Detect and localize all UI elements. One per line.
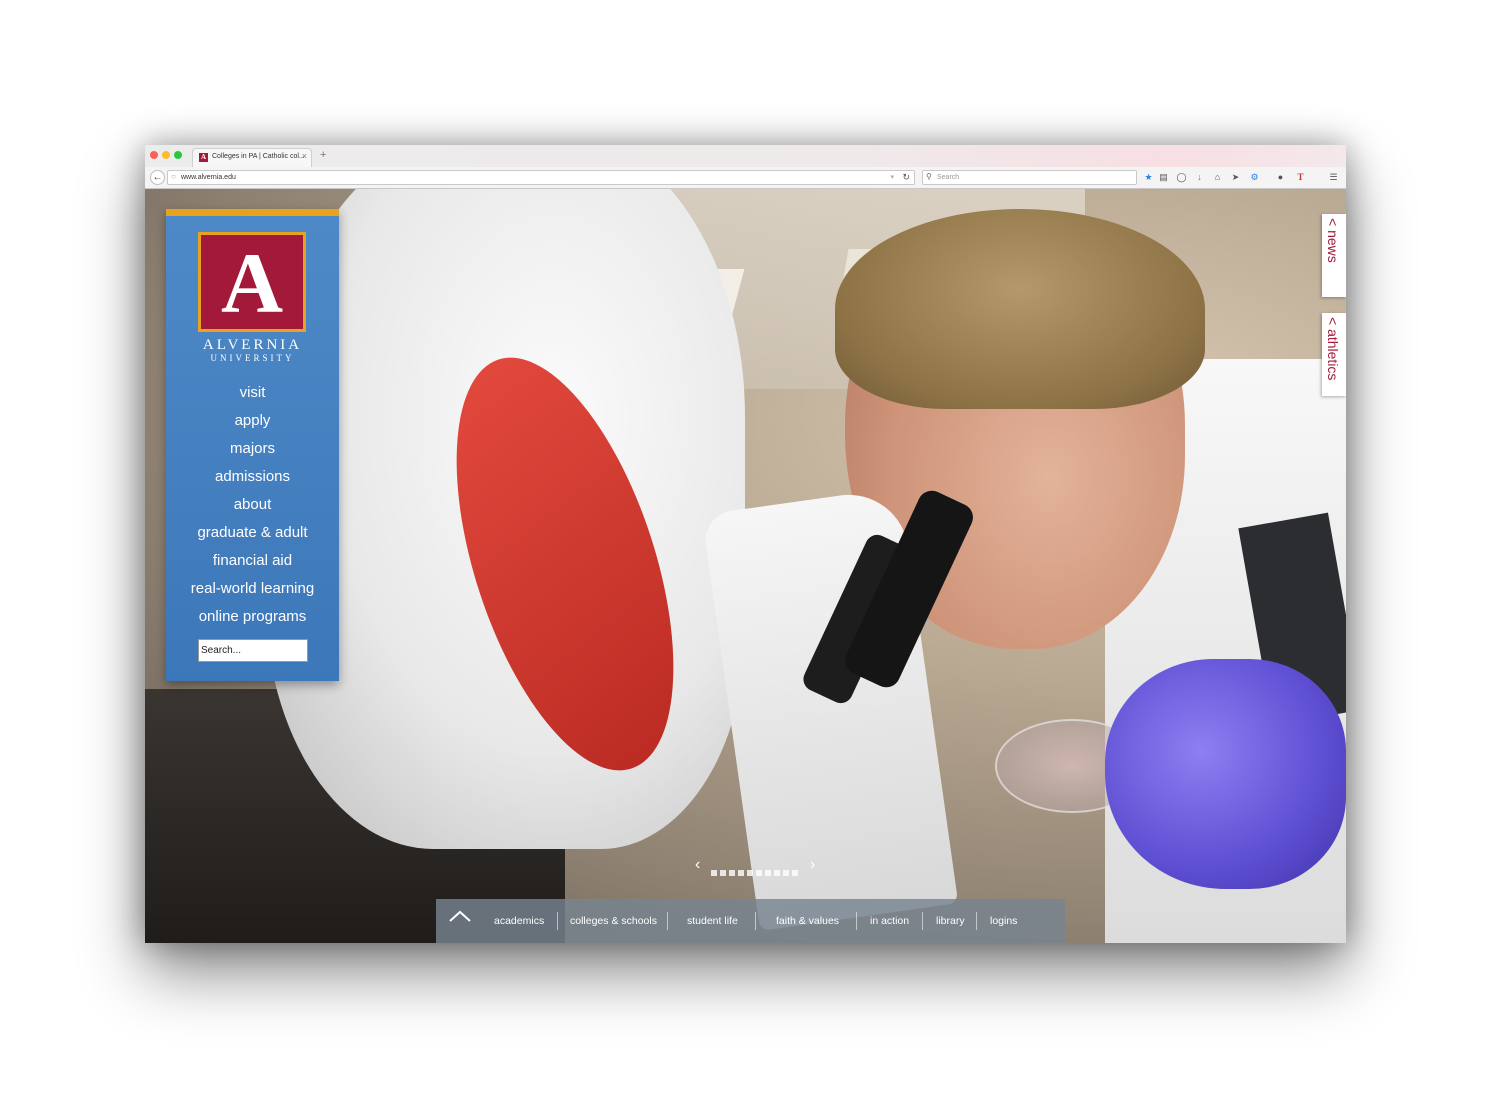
nav-item-majors[interactable]: majors — [166, 435, 339, 463]
slider-dot[interactable] — [783, 870, 789, 876]
favicon-icon: A — [199, 153, 208, 162]
nav-item-online-programs[interactable]: online programs — [166, 603, 339, 631]
home-icon[interactable]: ⌂ — [1212, 172, 1223, 183]
main-nav-list: visit apply majors admissions about grad… — [166, 379, 339, 631]
tab-title: Colleges in PA | Catholic col... — [212, 153, 305, 160]
clipboard-icon[interactable]: ▤ — [1158, 172, 1169, 183]
web-page: A ALVERNIA UNIVERSITY visit apply majors… — [145, 189, 1346, 943]
slider-dot[interactable] — [792, 870, 798, 876]
news-tab-label: < news — [1325, 218, 1341, 263]
search-icon: ⚲ — [926, 172, 932, 181]
expand-up-icon[interactable] — [448, 909, 472, 929]
slider-controls: ‹ › — [695, 856, 825, 876]
bottom-link-academics[interactable]: academics — [494, 899, 544, 943]
menu-icon[interactable]: ☰ — [1328, 172, 1339, 183]
bottom-link-library[interactable]: library — [936, 899, 965, 943]
nav-item-about[interactable]: about — [166, 491, 339, 519]
tab-close-icon[interactable]: × — [302, 151, 307, 161]
globe-icon: ○ — [171, 172, 176, 181]
addon-icon[interactable]: ⚙ — [1249, 172, 1260, 183]
download-icon[interactable]: ↓ — [1194, 172, 1205, 183]
slider-dot[interactable] — [774, 870, 780, 876]
bottom-link-colleges-schools[interactable]: colleges & schools — [570, 899, 657, 943]
nav-item-admissions[interactable]: admissions — [166, 463, 339, 491]
athletics-tab-label: < athletics — [1325, 317, 1341, 381]
nav-item-graduate-adult[interactable]: graduate & adult — [166, 519, 339, 547]
slider-dot[interactable] — [711, 870, 717, 876]
browser-tab[interactable]: A Colleges in PA | Catholic col... × — [192, 148, 312, 167]
bottom-link-in-action[interactable]: in action — [870, 899, 909, 943]
url-dropdown-icon[interactable]: ▾ — [890, 173, 894, 181]
athletics-tab[interactable]: < athletics — [1322, 313, 1346, 396]
tab-bar: A Colleges in PA | Catholic col... × + — [145, 145, 1346, 167]
browser-search-placeholder[interactable]: Search — [937, 174, 959, 181]
reload-icon[interactable]: ↻ — [902, 172, 910, 183]
back-arrow-icon: ← — [152, 172, 163, 183]
browser-window: A Colleges in PA | Catholic col... × + ←… — [145, 145, 1346, 943]
chat-icon[interactable]: ● — [1275, 172, 1286, 183]
text-icon[interactable]: T — [1295, 172, 1306, 183]
slider-dots — [711, 863, 801, 876]
main-navigation-panel: A ALVERNIA UNIVERSITY visit apply majors… — [166, 209, 339, 681]
close-window-button[interactable] — [150, 151, 158, 159]
bottom-link-logins[interactable]: logins — [990, 899, 1017, 943]
slider-dot[interactable] — [756, 870, 762, 876]
slider-dot[interactable] — [747, 870, 753, 876]
nav-item-apply[interactable]: apply — [166, 407, 339, 435]
send-icon[interactable]: ➤ — [1230, 172, 1241, 183]
url-text[interactable]: www.alvernia.edu — [181, 174, 236, 181]
new-tab-button[interactable]: + — [320, 149, 326, 161]
slider-prev-icon[interactable]: ‹ — [695, 856, 700, 874]
bottom-link-faith-values[interactable]: faith & values — [776, 899, 839, 943]
logo-letter: A — [220, 235, 284, 331]
bottom-link-student-life[interactable]: student life — [687, 899, 738, 943]
bottom-navigation-bar: academics colleges & schools student lif… — [436, 899, 1065, 943]
nav-item-real-world-learning[interactable]: real-world learning — [166, 575, 339, 603]
logo-name: ALVERNIA — [202, 337, 303, 353]
site-search-input[interactable] — [198, 639, 308, 662]
slider-dot[interactable] — [729, 870, 735, 876]
maximize-window-button[interactable] — [174, 151, 182, 159]
slider-dot[interactable] — [720, 870, 726, 876]
logo-subtitle: UNIVERSITY — [210, 353, 295, 363]
url-bar[interactable]: ○ www.alvernia.edu ▾ ↻ — [167, 170, 915, 185]
news-tab[interactable]: < news — [1322, 214, 1346, 297]
university-logo[interactable]: A — [198, 232, 306, 332]
nav-item-visit[interactable]: visit — [166, 379, 339, 407]
pocket-icon[interactable]: ◯ — [1176, 172, 1187, 183]
nav-item-financial-aid[interactable]: financial aid — [166, 547, 339, 575]
browser-search-field[interactable]: ⚲ Search — [922, 170, 1137, 185]
bookmark-star-icon[interactable]: ★ — [1143, 172, 1154, 183]
back-button[interactable]: ← — [150, 170, 165, 185]
slider-next-icon[interactable]: › — [810, 856, 815, 874]
slider-dot[interactable] — [765, 870, 771, 876]
navigation-bar: ← ○ www.alvernia.edu ▾ ↻ ⚲ Search ★ ▤ ◯ … — [145, 167, 1346, 189]
minimize-window-button[interactable] — [162, 151, 170, 159]
slider-dot[interactable] — [738, 870, 744, 876]
